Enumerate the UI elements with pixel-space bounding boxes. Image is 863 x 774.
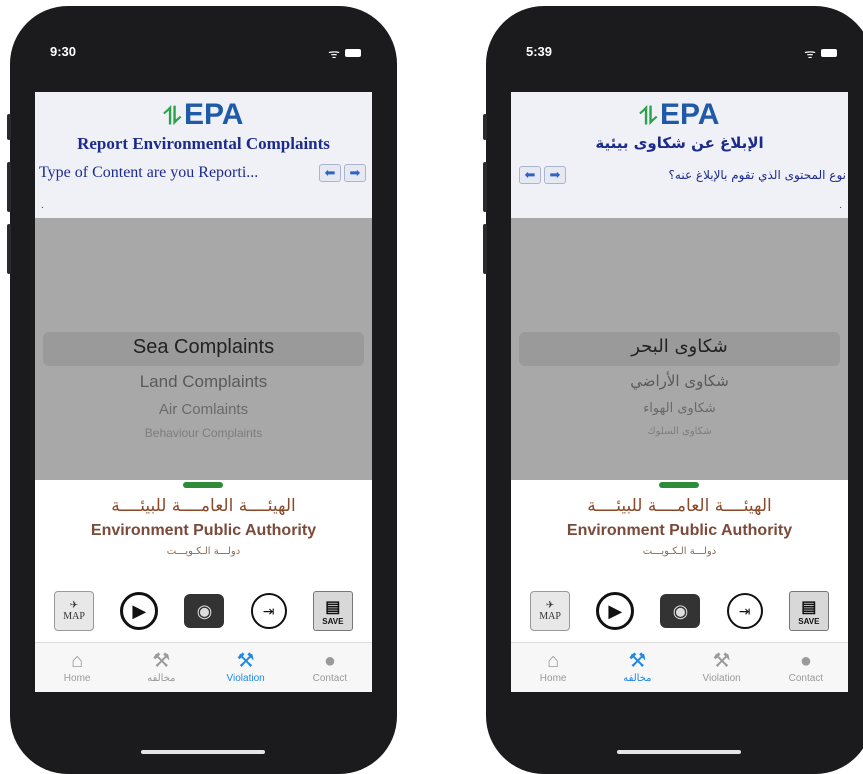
tab-bar: ⌂ Home ⚒ مخالفه ⚒ Violation ● Contact <box>511 642 848 692</box>
home-icon: ⌂ <box>71 650 84 672</box>
volume-up-button <box>483 162 487 212</box>
video-button[interactable]: ▶ <box>120 592 159 630</box>
volume-up-button <box>7 162 11 212</box>
camera-button[interactable]: ◉ <box>184 594 225 628</box>
action-toolbar: ✈ MAP ▶ ◉ ⇥ ▤ SAVE <box>511 586 848 636</box>
mute-switch <box>7 114 11 140</box>
status-bar: 5:39 ᯤ <box>518 44 841 64</box>
picker-option[interactable]: شكاوى البحر <box>511 336 848 357</box>
mute-switch <box>483 114 487 140</box>
battery-icon <box>821 49 837 57</box>
save-icon: ▤ <box>325 598 341 616</box>
picker-option[interactable]: Land Complaints <box>35 372 372 392</box>
epa-logo: ⥮ EPA <box>163 98 244 131</box>
authority-emblem <box>659 482 699 488</box>
authority-logo: الهيئــــة العامــــة للبيئــــة Environ… <box>511 480 848 590</box>
tab-violation[interactable]: ⚒ Violation <box>204 643 288 692</box>
picker-option[interactable]: Behaviour Complaints <box>35 426 372 440</box>
map-button[interactable]: ✈ MAP <box>530 591 571 631</box>
picker-option[interactable]: شكاوى الهواء <box>511 401 848 416</box>
map-icon: ✈ <box>69 600 79 611</box>
wifi-icon: ᯤ <box>328 46 340 61</box>
video-button[interactable]: ▶ <box>596 592 635 630</box>
status-bar: 9:30 ᯤ <box>42 44 365 64</box>
complaint-type-picker[interactable]: شكاوى البحر شكاوى الأراضي شكاوى الهواء ش… <box>511 218 848 480</box>
gavel-icon: ⚒ <box>712 650 731 672</box>
camera-icon: ◉ <box>672 600 689 621</box>
tab-bar: ⌂ Home ⚒ مخالفه ⚒ Violation ● Contact <box>35 642 372 692</box>
camera-icon: ◉ <box>196 600 213 621</box>
map-icon: ✈ <box>545 600 555 611</box>
person-icon: ● <box>323 650 336 672</box>
authority-name-english: Environment Public Authority <box>90 522 317 539</box>
authority-emblem <box>183 482 223 488</box>
content-type-prompt: نوع المحتوى الذي تقوم بالإبلاغ عنه؟ <box>668 168 846 182</box>
tab-contact[interactable]: ● Contact <box>288 643 372 692</box>
gavel-icon: ⚒ <box>152 650 171 672</box>
battery-icon <box>345 49 361 57</box>
epa-logo: ⥮ EPA <box>639 98 720 131</box>
gavel-icon: ⚒ <box>236 650 255 672</box>
wifi-icon: ᯤ <box>804 46 816 61</box>
header-dot: . <box>41 200 44 211</box>
camera-button[interactable]: ◉ <box>660 594 701 628</box>
phone-left: 9:30 ᯤ ⥮ EPA Report Environmental Complai… <box>7 6 397 774</box>
right-arrow-icon[interactable]: ➡ <box>344 164 366 182</box>
tab-violation-ar[interactable]: ⚒ مخالفه <box>119 643 203 692</box>
tab-contact[interactable]: ● Contact <box>764 643 848 692</box>
tab-home[interactable]: ⌂ Home <box>35 643 119 692</box>
home-indicator[interactable] <box>141 750 265 754</box>
contact-login-icon: ⇥ <box>738 602 751 619</box>
header: ⥮ EPA Report Environmental Complaints Typ… <box>35 92 372 218</box>
tab-home[interactable]: ⌂ Home <box>511 643 595 692</box>
authority-name-arabic: الهيئــــة العامــــة للبيئــــة <box>587 496 772 516</box>
action-toolbar: ✈ MAP ▶ ◉ ⇥ ▤ SAVE <box>35 586 372 636</box>
home-icon: ⌂ <box>547 650 560 672</box>
gavel-icon: ⚒ <box>628 650 647 672</box>
app-screen: ⥮ EPA الإبلاغ عن شكاوى بيئية ⬅ ➡ نوع المح… <box>511 92 848 692</box>
save-button[interactable]: ▤ SAVE <box>312 591 353 631</box>
authority-name-arabic: الهيئــــة العامــــة للبيئــــة <box>111 496 296 516</box>
picker-option[interactable]: Sea Complaints <box>35 336 372 359</box>
save-button[interactable]: ▤ SAVE <box>788 591 829 631</box>
nav-arrows: ⬅ ➡ <box>319 164 366 182</box>
epa-logo-icon: ⥮ <box>639 103 657 130</box>
authority-name-english: Environment Public Authority <box>566 522 793 539</box>
person-icon: ● <box>799 650 812 672</box>
tab-violation[interactable]: ⚒ Violation <box>680 643 764 692</box>
contact-login-icon: ⇥ <box>262 602 275 619</box>
authority-logo: الهيئــــة العامــــة للبيئــــة Environ… <box>35 480 372 590</box>
save-icon: ▤ <box>801 598 817 616</box>
video-icon: ▶ <box>608 600 623 621</box>
complaint-type-picker[interactable]: Sea Complaints Land Complaints Air Comla… <box>35 218 372 480</box>
picker-option[interactable]: شكاوى السلوك <box>511 426 848 437</box>
volume-down-button <box>483 224 487 274</box>
header: ⥮ EPA الإبلاغ عن شكاوى بيئية ⬅ ➡ نوع المح… <box>511 92 848 218</box>
authority-country: دولـــة الـكـويـــت <box>166 546 241 557</box>
app-screen: ⥮ EPA Report Environmental Complaints Typ… <box>35 92 372 692</box>
status-time: 9:30 <box>50 44 77 59</box>
status-time: 5:39 <box>526 44 553 59</box>
nav-arrows: ⬅ ➡ <box>519 166 566 184</box>
picker-option[interactable]: Air Comlaints <box>35 401 372 418</box>
left-arrow-icon[interactable]: ⬅ <box>319 164 341 182</box>
status-icons: ᯤ <box>328 44 361 62</box>
picker-option[interactable]: شكاوى الأراضي <box>511 372 848 390</box>
right-arrow-icon[interactable]: ➡ <box>544 166 566 184</box>
video-icon: ▶ <box>132 600 147 621</box>
page-title: Report Environmental Complaints <box>77 134 330 153</box>
page-title: الإبلاغ عن شكاوى بيئية <box>595 134 764 152</box>
tab-violation-ar[interactable]: ⚒ مخالفه <box>595 643 679 692</box>
contact-login-button[interactable]: ⇥ <box>726 593 763 629</box>
volume-down-button <box>7 224 11 274</box>
phone-right: 5:39 ᯤ ⥮ EPA الإبلاغ عن شكاوى بيئية ⬅ ➡ ن… <box>483 6 863 774</box>
epa-logo-icon: ⥮ <box>163 103 181 130</box>
status-icons: ᯤ <box>804 44 837 62</box>
home-indicator[interactable] <box>617 750 741 754</box>
map-button[interactable]: ✈ MAP <box>54 591 95 631</box>
left-arrow-icon[interactable]: ⬅ <box>519 166 541 184</box>
header-dot: . <box>839 200 842 211</box>
authority-country: دولـــة الـكـويـــت <box>642 546 717 557</box>
contact-login-button[interactable]: ⇥ <box>250 593 287 629</box>
